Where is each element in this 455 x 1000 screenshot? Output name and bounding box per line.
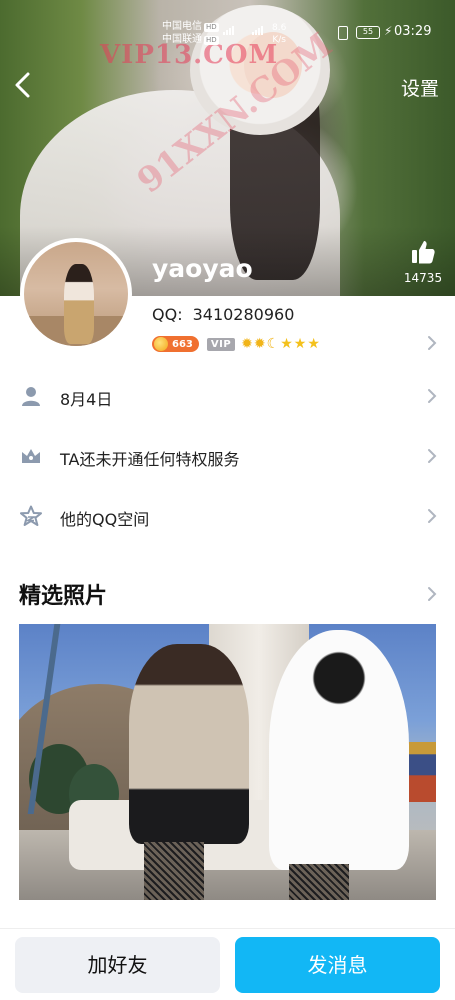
carrier-1: 中国电信 bbox=[162, 21, 202, 32]
person-icon bbox=[20, 385, 42, 407]
chevron-right-icon[interactable] bbox=[427, 335, 437, 351]
moon-icon: ☾ bbox=[266, 336, 280, 352]
send-message-button[interactable]: 发消息 bbox=[235, 937, 440, 993]
level-icons: ✹ ✹ ☾ ★ ★ ★ bbox=[241, 336, 320, 352]
signal-icon bbox=[223, 26, 234, 35]
star-icon: ★ bbox=[307, 336, 320, 352]
qq-level-badge: 663 bbox=[152, 336, 199, 352]
carrier-2: 中国联通 bbox=[162, 34, 202, 45]
network-speed: 8.6 K/s bbox=[272, 23, 287, 45]
vip-badge: VIP bbox=[206, 337, 236, 351]
qq-number-line: QQ: 3410280960 bbox=[152, 305, 294, 324]
signal-icon bbox=[252, 26, 263, 35]
privilege-row[interactable]: TA还未开通任何特权服务 bbox=[0, 428, 455, 484]
clock: 03:29 bbox=[394, 24, 432, 39]
sun-icon: ✹ bbox=[253, 336, 266, 352]
featured-photos-title[interactable]: 精选照片 bbox=[19, 578, 107, 610]
thumbs-up-icon bbox=[412, 241, 435, 264]
like-button[interactable]: 14735 bbox=[401, 238, 445, 285]
chevron-right-icon bbox=[427, 388, 437, 404]
privilege-label: TA还未开通任何特权服务 bbox=[60, 450, 240, 469]
avatar[interactable] bbox=[20, 238, 132, 350]
qq-label: QQ: bbox=[152, 305, 183, 324]
back-button[interactable] bbox=[8, 68, 38, 102]
qq-number: 3410280960 bbox=[192, 305, 295, 324]
level-badges[interactable]: 663 VIP ✹ ✹ ☾ ★ ★ ★ bbox=[152, 334, 320, 354]
add-friend-button[interactable]: 加好友 bbox=[15, 937, 220, 993]
birthday-label: 8月4日 bbox=[60, 390, 113, 409]
hd-badge: HD bbox=[204, 23, 219, 32]
bottom-action-bar: 加好友 发消息 bbox=[0, 928, 455, 1000]
qzone-label: 他的QQ空间 bbox=[60, 510, 150, 529]
crown-icon bbox=[20, 445, 42, 467]
star-icon: ★ bbox=[293, 336, 307, 352]
battery-icon: 55 bbox=[356, 26, 380, 39]
star-outline-icon bbox=[20, 505, 42, 527]
chevron-right-icon bbox=[427, 508, 437, 524]
carrier-info: 中国电信 HD 中国联通 HD bbox=[162, 20, 219, 46]
hd-badge: HD bbox=[204, 36, 219, 45]
vibrate-icon bbox=[338, 26, 348, 40]
chevron-right-icon[interactable] bbox=[427, 586, 437, 602]
qzone-row[interactable]: 他的QQ空间 bbox=[0, 488, 455, 544]
sun-icon: ✹ bbox=[241, 336, 253, 352]
star-icon: ★ bbox=[280, 336, 293, 352]
settings-button[interactable]: 设置 bbox=[401, 74, 439, 101]
nickname: yaoyao bbox=[152, 254, 253, 283]
coin-icon bbox=[154, 337, 168, 351]
birthday-row[interactable]: 8月4日 bbox=[0, 368, 455, 424]
charging-icon: ⚡ bbox=[384, 24, 393, 38]
featured-photo[interactable] bbox=[19, 624, 436, 900]
like-count: 14735 bbox=[403, 271, 443, 285]
chevron-left-icon bbox=[15, 72, 30, 98]
status-bar: 中国电信 HD 中国联通 HD 8.6 K/s 55 ⚡ 03:29 bbox=[0, 18, 455, 48]
chevron-right-icon bbox=[427, 448, 437, 464]
